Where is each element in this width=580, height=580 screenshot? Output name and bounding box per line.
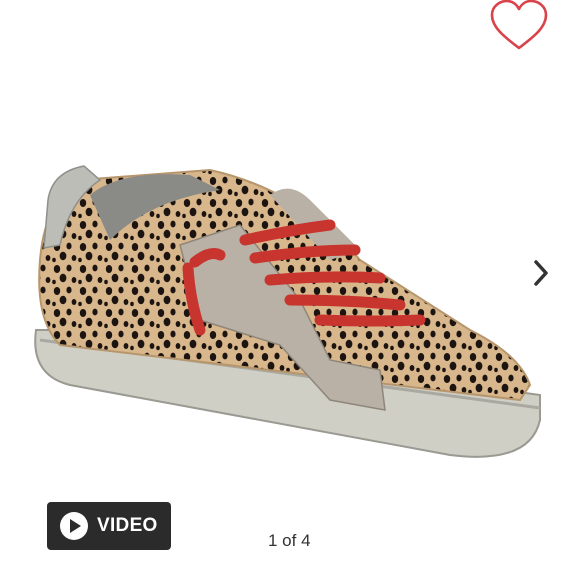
- heart-outline-icon: [490, 0, 548, 50]
- play-circle-icon: [60, 512, 88, 540]
- next-image-button[interactable]: [528, 256, 556, 290]
- video-button[interactable]: VIDEO: [47, 502, 171, 550]
- product-image: [34, 165, 541, 458]
- image-counter: 1 of 4: [268, 531, 311, 550]
- video-button-label: VIDEO: [97, 515, 158, 536]
- favorite-button[interactable]: [486, 0, 552, 54]
- product-image-viewer: VIDEO 1 of 4: [0, 0, 580, 580]
- chevron-right-icon: [534, 260, 548, 286]
